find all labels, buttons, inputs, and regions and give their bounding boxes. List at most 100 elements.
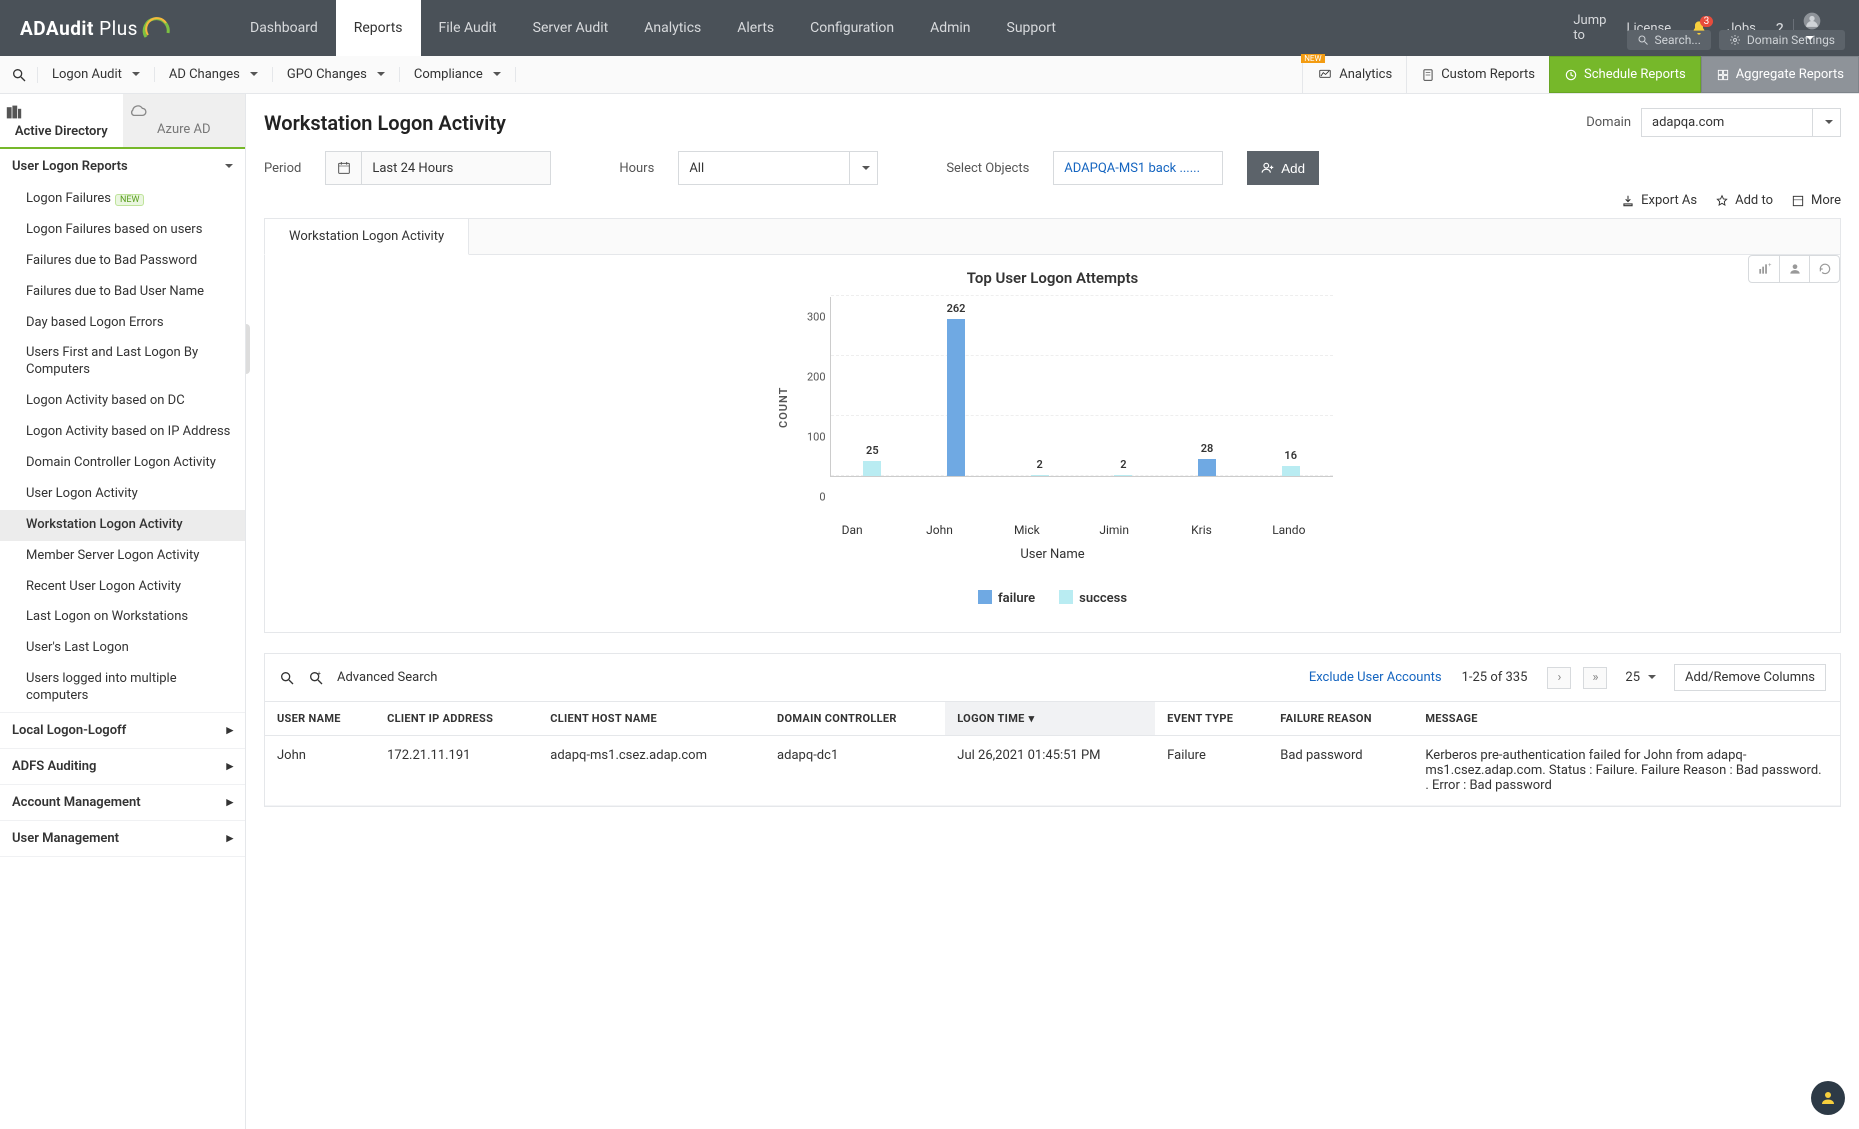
sub-dropdown-gpo-changes[interactable]: GPO Changes: [273, 67, 400, 82]
col-failure-reason[interactable]: FAILURE REASON: [1268, 702, 1413, 736]
top-tab-dashboard[interactable]: Dashboard: [232, 0, 336, 56]
schedule-reports-button[interactable]: Schedule Reports: [1549, 56, 1701, 93]
bar-success: [1114, 475, 1132, 476]
sidebar-item-recent-user-logon-activity[interactable]: Recent User Logon Activity: [0, 572, 245, 603]
side-tab-active-directory[interactable]: Active Directory: [0, 94, 123, 147]
add-user-icon: [1261, 161, 1275, 175]
content-area: Workstation Logon Activity Domain adapqa…: [246, 94, 1859, 1129]
col-client-ip-address[interactable]: CLIENT IP ADDRESS: [375, 702, 538, 736]
sidebar-item-logon-activity-based-on-ip-address[interactable]: Logon Activity based on IP Address: [0, 417, 245, 448]
sidebar-item-logon-activity-based-on-dc[interactable]: Logon Activity based on DC: [0, 386, 245, 417]
analytics-button[interactable]: NEW Analytics: [1302, 56, 1406, 93]
col-logon-time[interactable]: LOGON TIME▾: [945, 702, 1155, 736]
sidebar-item-users-logged-into-multiple-computers[interactable]: Users logged into multiple computers: [0, 664, 245, 712]
more-link[interactable]: More: [1791, 193, 1841, 208]
card-tab-workstation-logon[interactable]: Workstation Logon Activity: [264, 218, 469, 255]
custom-reports-button[interactable]: Custom Reports: [1406, 56, 1549, 93]
sidebar-collapse-handle[interactable]: [246, 324, 250, 374]
sidebar-item-last-logon-on-workstations[interactable]: Last Logon on Workstations: [0, 602, 245, 633]
chart-user-icon[interactable]: [1779, 256, 1809, 282]
sub-search-icon[interactable]: [0, 67, 38, 83]
table-search-icon[interactable]: [279, 670, 295, 686]
top-tab-configuration[interactable]: Configuration: [792, 0, 912, 56]
sidebar-item-failures-due-to-bad-user-name[interactable]: Failures due to Bad User Name: [0, 277, 245, 308]
hours-select[interactable]: All: [678, 151, 878, 185]
sub-dropdown-ad-changes[interactable]: AD Changes: [155, 67, 273, 82]
side-group-account-management[interactable]: Account Management▸: [0, 785, 245, 820]
pager-next[interactable]: ›: [1547, 667, 1571, 689]
legend-failure: failure: [978, 590, 1035, 606]
sidebar-item-failures-due-to-bad-password[interactable]: Failures due to Bad Password: [0, 246, 245, 277]
bar-success: [863, 461, 881, 476]
top-tab-server-audit[interactable]: Server Audit: [515, 0, 627, 56]
table-row[interactable]: John172.21.11.191adapq-ms1.csez.adap.com…: [265, 736, 1840, 806]
calendar-icon[interactable]: [325, 151, 361, 185]
add-remove-columns-button[interactable]: Add/Remove Columns: [1674, 664, 1826, 691]
sidebar-item-logon-failures[interactable]: Logon FailuresNEW: [0, 184, 245, 215]
floating-help-avatar[interactable]: [1811, 1081, 1845, 1115]
advanced-search-link[interactable]: Advanced Search: [337, 670, 437, 685]
period-input[interactable]: Last 24 Hours: [361, 151, 551, 185]
legend-success: success: [1059, 590, 1127, 606]
new-ribbon: NEW: [1301, 54, 1324, 63]
sub-dropdown-compliance[interactable]: Compliance: [400, 67, 516, 82]
sidebar-item-day-based-logon-errors[interactable]: Day based Logon Errors: [0, 308, 245, 339]
sidebar-item-member-server-logon-activity[interactable]: Member Server Logon Activity: [0, 541, 245, 572]
domain-settings-button[interactable]: Domain Settings: [1719, 30, 1845, 50]
sidebar-item-workstation-logon-activity[interactable]: Workstation Logon Activity: [0, 510, 245, 541]
exclude-user-accounts-link[interactable]: Exclude User Accounts: [1309, 670, 1442, 685]
top-tab-support[interactable]: Support: [989, 0, 1074, 56]
top-tab-admin[interactable]: Admin: [912, 0, 988, 56]
sub-toolbar: Logon AuditAD ChangesGPO ChangesComplian…: [0, 56, 1859, 94]
side-group-adfs-auditing[interactable]: ADFS Auditing▸: [0, 749, 245, 784]
domain-select[interactable]: adapqa.com: [1641, 108, 1841, 137]
page-title: Workstation Logon Activity: [264, 111, 506, 135]
chart: Top User Logon Attempts COUNT 0100200300…: [773, 269, 1333, 606]
export-as-link[interactable]: Export As: [1621, 193, 1697, 208]
chart-card: Workstation Logon Activity + Top User Lo…: [264, 218, 1841, 633]
top-tab-alerts[interactable]: Alerts: [719, 0, 792, 56]
side-tab-azure-ad[interactable]: Azure AD: [123, 94, 246, 147]
sidebar-item-domain-controller-logon-activity[interactable]: Domain Controller Logon Activity: [0, 448, 245, 479]
col-user-name[interactable]: USER NAME: [265, 702, 375, 736]
jump-to-link[interactable]: Jump to: [1563, 13, 1616, 43]
gear-icon: [1729, 34, 1741, 46]
search-icon: [1637, 34, 1649, 46]
col-client-host-name[interactable]: CLIENT HOST NAME: [538, 702, 765, 736]
col-domain-controller[interactable]: DOMAIN CONTROLLER: [765, 702, 945, 736]
bar-success: [1031, 475, 1049, 476]
side-group-user-logon-reports[interactable]: User Logon Reports: [0, 149, 245, 184]
bar-failure: [947, 319, 965, 476]
chart-add-icon[interactable]: +: [1749, 256, 1779, 282]
sidebar-item-logon-failures-based-on-users[interactable]: Logon Failures based on users: [0, 215, 245, 246]
aggregate-reports-button[interactable]: Aggregate Reports: [1701, 56, 1859, 93]
top-tabs: DashboardReportsFile AuditServer AuditAn…: [232, 0, 1074, 56]
sub-dropdown-logon-audit[interactable]: Logon Audit: [38, 67, 155, 82]
chart-refresh-icon[interactable]: [1809, 256, 1839, 282]
pagination-range: 1-25 of 335: [1462, 670, 1528, 685]
pager-last[interactable]: »: [1583, 667, 1607, 689]
add-objects-button[interactable]: Add: [1247, 151, 1319, 185]
domain-label: Domain: [1586, 115, 1631, 130]
advanced-search-icon[interactable]: +: [307, 670, 325, 686]
add-to-link[interactable]: Add to: [1715, 193, 1773, 208]
notifications-icon[interactable]: 3: [1681, 20, 1717, 36]
select-objects-box[interactable]: ADAPQA-MS1 back ......: [1053, 151, 1223, 185]
side-group-user-management[interactable]: User Management▸: [0, 821, 245, 856]
chart-x-label: User Name: [773, 547, 1333, 562]
x-tick: John: [906, 523, 973, 537]
brand-swirl-icon: [142, 13, 172, 43]
sidebar-item-users-first-and-last-logon-by-computers[interactable]: Users First and Last Logon By Computers: [0, 338, 245, 386]
sidebar-item-user-s-last-logon[interactable]: User's Last Logon: [0, 633, 245, 664]
side-group-local-logon-logoff[interactable]: Local Logon-Logoff▸: [0, 713, 245, 748]
top-tab-analytics[interactable]: Analytics: [626, 0, 719, 56]
period-label: Period: [264, 161, 301, 176]
top-tab-reports[interactable]: Reports: [336, 0, 421, 56]
sidebar: Active Directory Azure AD User Logon Rep…: [0, 94, 246, 1129]
top-tab-file-audit[interactable]: File Audit: [421, 0, 515, 56]
aggregate-icon: [1716, 68, 1730, 82]
sidebar-item-user-logon-activity[interactable]: User Logon Activity: [0, 479, 245, 510]
col-message[interactable]: MESSAGE: [1413, 702, 1840, 736]
page-size-select[interactable]: 25: [1625, 670, 1656, 685]
col-event-type[interactable]: EVENT TYPE: [1155, 702, 1268, 736]
